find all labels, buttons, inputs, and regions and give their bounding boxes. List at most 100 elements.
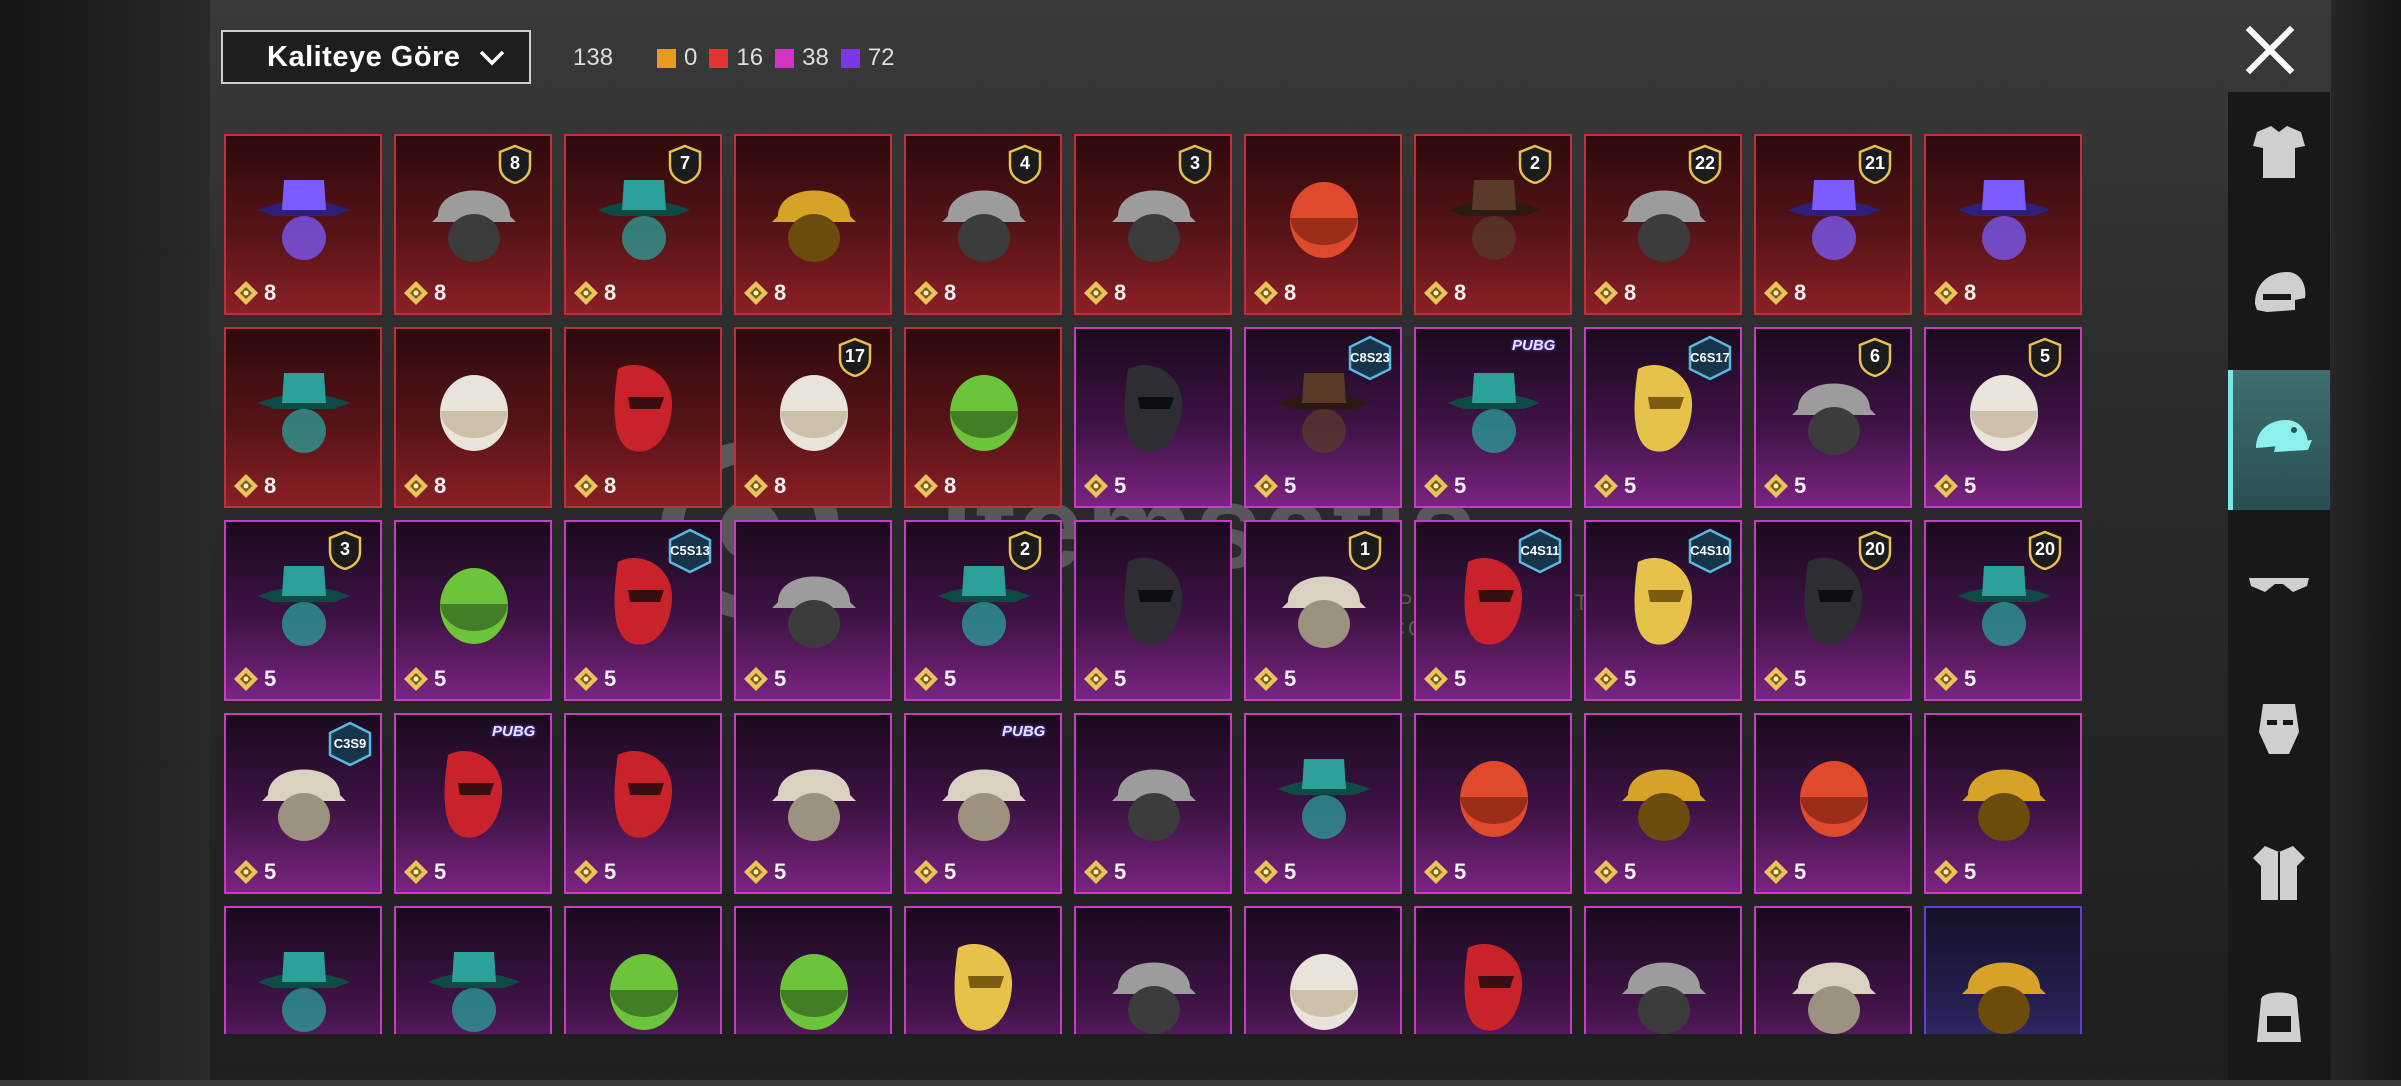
inventory-item[interactable]: 88 <box>394 134 552 315</box>
inventory-item[interactable]: C6S17 5 <box>1584 327 1742 508</box>
gas-mask-icon <box>1290 954 1358 1030</box>
inventory-item[interactable]: C4S10 5 <box>1584 520 1742 701</box>
item-cost: 8 <box>1592 279 1636 307</box>
inventory-item[interactable]: 8 <box>904 327 1062 508</box>
item-cost: 5 <box>1592 472 1636 500</box>
inventory-item[interactable]: 5 <box>734 713 892 894</box>
inventory-item[interactable] <box>564 906 722 1034</box>
mask-icon <box>2259 704 2299 754</box>
inventory-item[interactable] <box>224 906 382 1034</box>
item-cost: 5 <box>1592 858 1636 886</box>
sidebar-tab-backpack[interactable] <box>2228 946 2330 1086</box>
inventory-item[interactable]: PUBG 5 <box>1414 327 1572 508</box>
inventory-item[interactable]: 17 8 <box>734 327 892 508</box>
inventory-item[interactable]: 5 <box>1584 713 1742 894</box>
sort-dropdown[interactable]: Kaliteye Göre <box>221 30 531 84</box>
inventory-item[interactable]: 38 <box>1074 134 1232 315</box>
inventory-item[interactable]: C4S11 5 <box>1414 520 1572 701</box>
level-badge: 4 <box>1008 144 1042 184</box>
inventory-item[interactable]: 5 <box>1414 713 1572 894</box>
inventory-item[interactable]: C3S9 5 <box>224 713 382 894</box>
currency-diamond-icon <box>574 281 598 305</box>
season-badge: C8S23 <box>1348 335 1392 381</box>
item-cost: 5 <box>402 858 446 886</box>
inventory-item[interactable]: 8 <box>1924 134 2082 315</box>
inventory-item[interactable]: PUBG 5 <box>394 713 552 894</box>
item-cost: 5 <box>572 665 616 693</box>
inventory-item[interactable] <box>904 906 1062 1034</box>
inventory-item[interactable]: 15 <box>1244 520 1402 701</box>
inventory-item[interactable]: 8 <box>734 134 892 315</box>
pink-visor-helmet-icon <box>614 751 673 838</box>
item-cost: 5 <box>1082 665 1126 693</box>
inventory-item[interactable]: 55 <box>1924 327 2082 508</box>
level-badge: 1 <box>1348 530 1382 570</box>
teal-spiked-helm-icon <box>1290 182 1358 258</box>
inventory-item[interactable]: 5 <box>734 520 892 701</box>
inventory-item[interactable]: 5 <box>394 520 552 701</box>
currency-diamond-icon <box>1254 667 1278 691</box>
pink-square-icon <box>775 48 795 68</box>
inventory-item[interactable]: 8 <box>394 327 552 508</box>
item-cost: 8 <box>402 472 446 500</box>
sidebar-tab-face[interactable] <box>2228 658 2330 798</box>
inventory-item[interactable]: C5S13 5 <box>564 520 722 701</box>
level-badge: 5 <box>2028 337 2062 377</box>
inventory-item[interactable] <box>394 906 552 1034</box>
inventory-item[interactable]: 8 <box>1244 134 1402 315</box>
inventory-item[interactable] <box>1584 906 1742 1034</box>
item-cost: 5 <box>572 858 616 886</box>
item-cost: 5 <box>742 665 786 693</box>
item-cost: 5 <box>912 858 956 886</box>
sidebar-tab-helmet[interactable] <box>2228 226 2330 366</box>
close-icon[interactable] <box>2240 20 2300 80</box>
currency-diamond-icon <box>1084 281 1108 305</box>
inventory-item[interactable]: 5 <box>564 713 722 894</box>
gas-mask-beanie-icon <box>942 769 1026 841</box>
inventory-item[interactable] <box>1754 906 1912 1034</box>
inventory-item[interactable]: 8 <box>224 327 382 508</box>
inventory-item[interactable]: 5 <box>1924 713 2082 894</box>
sidebar-tab-hat[interactable] <box>2228 370 2330 510</box>
item-art <box>424 737 524 847</box>
currency-diamond-icon <box>914 860 938 884</box>
item-cost: 8 <box>912 472 956 500</box>
inventory-item[interactable]: 28 <box>1414 134 1572 315</box>
item-art <box>424 930 524 1034</box>
inventory-item[interactable]: 20 5 <box>1924 520 2082 701</box>
inventory-item[interactable]: 21 8 <box>1754 134 1912 315</box>
inventory-item[interactable]: C8S23 5 <box>1244 327 1402 508</box>
inventory-item[interactable]: 78 <box>564 134 722 315</box>
inventory-item[interactable]: 5 <box>1244 713 1402 894</box>
inventory-item[interactable]: PUBG 5 <box>904 713 1062 894</box>
inventory-item[interactable]: 48 <box>904 134 1062 315</box>
sidebar-tab-glasses[interactable] <box>2228 514 2330 654</box>
gold-mech-helmet-icon <box>950 375 1018 451</box>
inventory-item[interactable]: 5 <box>1074 327 1232 508</box>
quality-count-purple: 72 <box>840 44 895 72</box>
inventory-item[interactable] <box>1924 906 2082 1034</box>
currency-diamond-icon <box>1084 860 1108 884</box>
inventory-item[interactable] <box>1414 906 1572 1034</box>
inventory-item[interactable]: 5 <box>1074 713 1232 894</box>
inventory-item[interactable]: 8 <box>564 327 722 508</box>
inventory-item[interactable] <box>1074 906 1232 1034</box>
inventory-item[interactable]: 5 <box>1074 520 1232 701</box>
inventory-item[interactable]: 65 <box>1754 327 1912 508</box>
item-cost: 5 <box>1932 665 1976 693</box>
inventory-item[interactable]: 5 <box>1754 713 1912 894</box>
pubg-badge: PUBG <box>1002 723 1046 740</box>
sidebar-tab-top[interactable] <box>2228 802 2330 942</box>
currency-diamond-icon <box>1424 667 1448 691</box>
currency-diamond-icon <box>1594 281 1618 305</box>
inventory-grid-viewport[interactable]: 8 8 8 7 8 8 4 8 3 8 8 2 8 22 8 21 8 8 8 8 8 17 8 8 5 C8S23 5 PUBG 5 C… <box>224 134 2084 1034</box>
inventory-item[interactable]: 20 5 <box>1754 520 1912 701</box>
inventory-item[interactable]: 22 8 <box>1584 134 1742 315</box>
inventory-item[interactable] <box>734 906 892 1034</box>
sidebar-tab-outfit-set[interactable] <box>2228 82 2330 222</box>
inventory-item[interactable]: 25 <box>904 520 1062 701</box>
bunny-space-helmet-icon <box>428 952 520 1032</box>
inventory-item[interactable]: 35 <box>224 520 382 701</box>
inventory-item[interactable] <box>1244 906 1402 1034</box>
inventory-item[interactable]: 8 <box>224 134 382 315</box>
